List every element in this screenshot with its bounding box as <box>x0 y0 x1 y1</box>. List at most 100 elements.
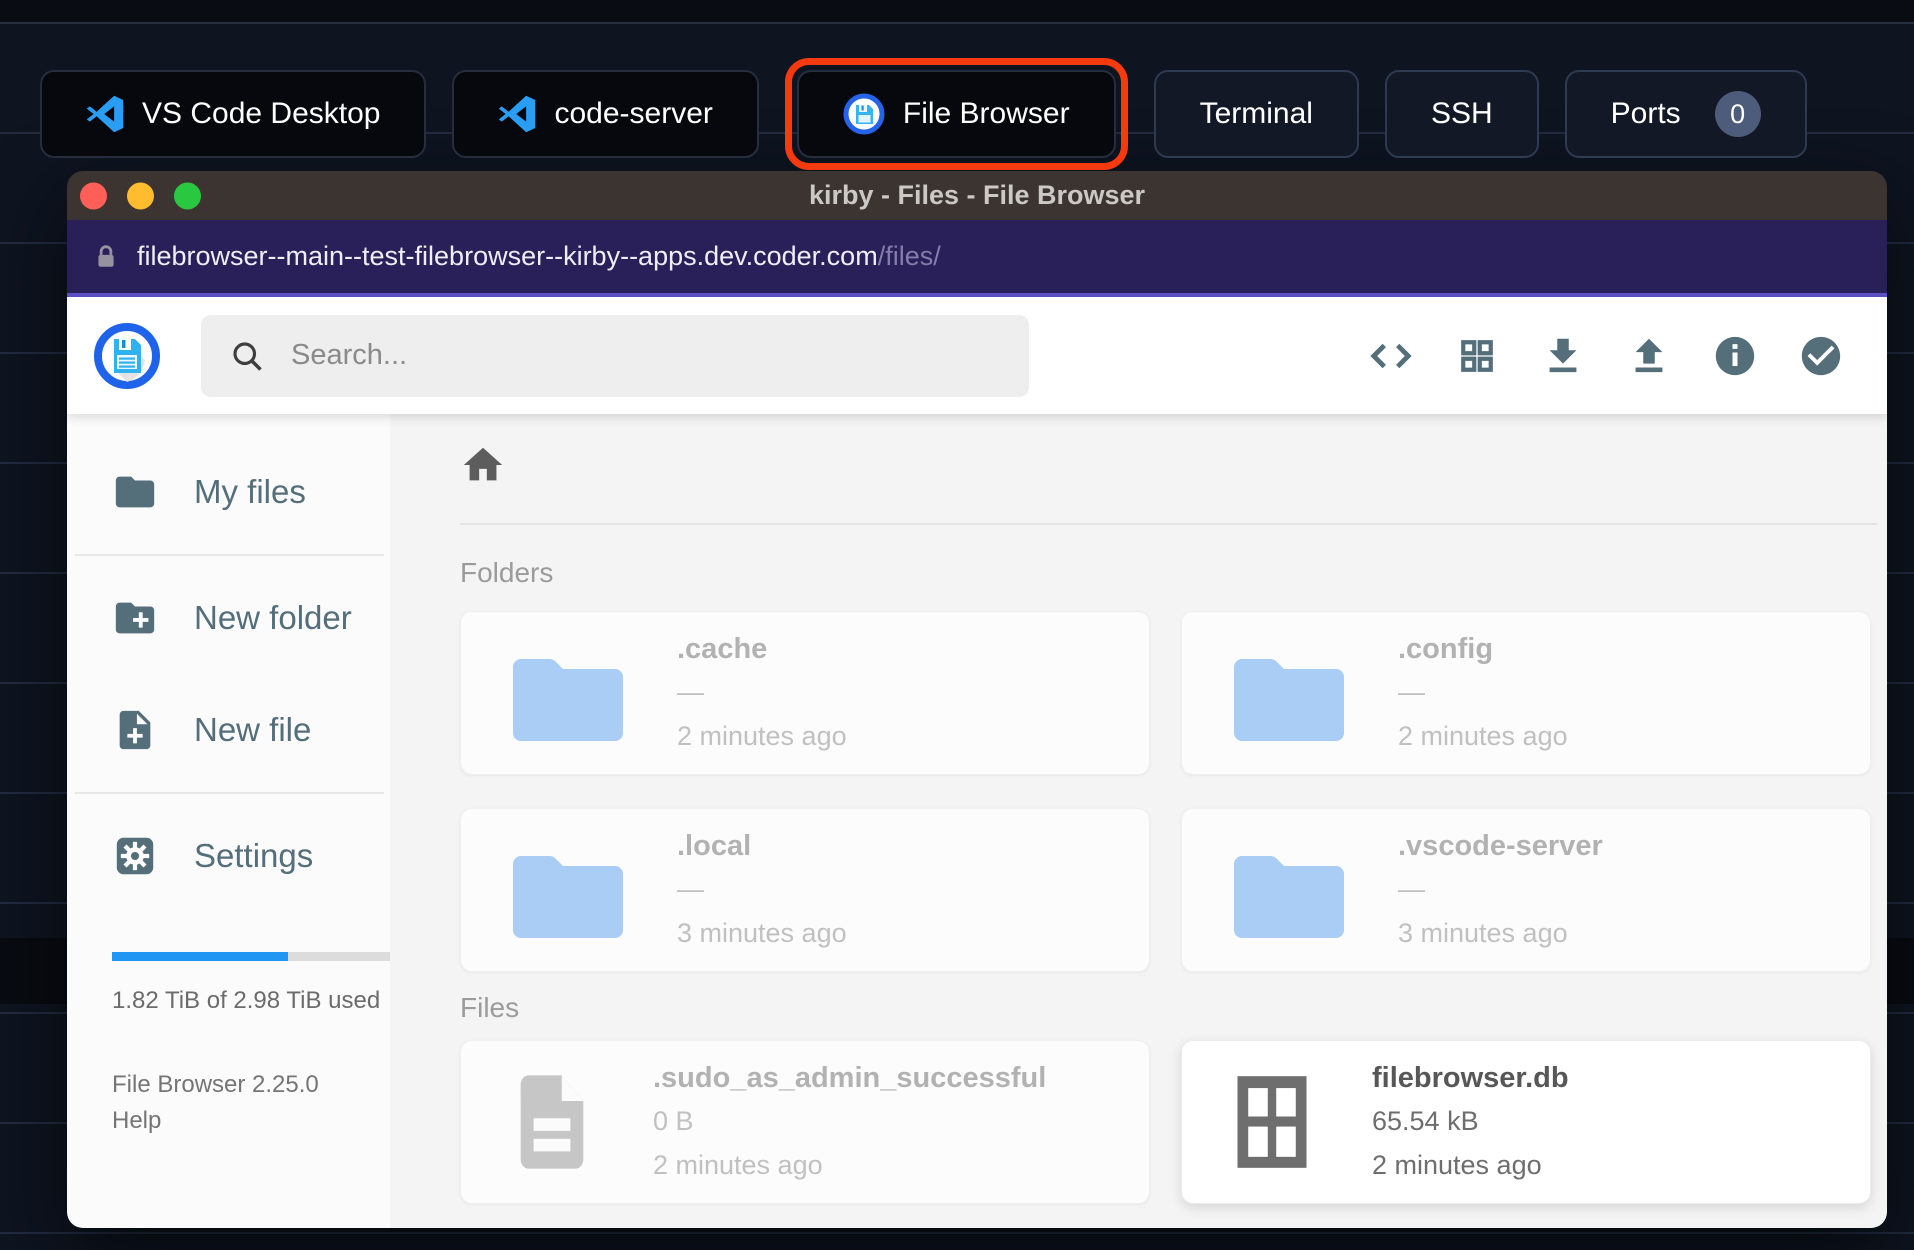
file-card-sudo-as-admin[interactable]: .sudo_as_admin_successful 0 B 2 minutes … <box>460 1040 1150 1204</box>
item-size: — <box>1398 676 1425 707</box>
tab-label: SSH <box>1430 97 1493 130</box>
folder-icon <box>1234 659 1344 741</box>
search-icon <box>233 341 262 371</box>
toolbar-actions <box>1367 332 1845 380</box>
folder-card-local[interactable]: .local — 3 minutes ago <box>460 808 1150 972</box>
folder-icon <box>1234 856 1344 938</box>
item-meta: .sudo_as_admin_successful 0 B 2 minutes … <box>653 1062 1046 1183</box>
item-modified: 3 minutes ago <box>677 917 847 948</box>
tab-ssh[interactable]: SSH <box>1384 70 1539 158</box>
item-modified: 3 minutes ago <box>1398 917 1568 948</box>
code-icon <box>1370 343 1412 368</box>
download-button[interactable] <box>1539 332 1587 380</box>
filebrowser-toolbar <box>67 297 1887 414</box>
sidebar-item-label: New file <box>194 711 312 748</box>
tab-code-server[interactable]: code-server <box>452 70 759 158</box>
browser-window: kirby - Files - File Browser filebrowser… <box>67 171 1887 1228</box>
item-name: .vscode-server <box>1398 829 1603 862</box>
tab-label: code-server <box>554 97 713 130</box>
window-titlebar: kirby - Files - File Browser <box>67 171 1887 220</box>
highlight-ring: File Browser <box>784 58 1128 170</box>
folder-card-vscode-server[interactable]: .vscode-server — 3 minutes ago <box>1181 808 1871 972</box>
item-modified: 2 minutes ago <box>1398 720 1568 751</box>
storage-usage: 1.82 TiB of 2.98 TiB used <box>67 952 400 1015</box>
url-host: filebrowser--main--test-filebrowser--kir… <box>137 241 878 271</box>
files-grid: .sudo_as_admin_successful 0 B 2 minutes … <box>460 1040 1887 1204</box>
item-meta: .local — 3 minutes ago <box>677 830 847 951</box>
tab-label: File Browser <box>902 97 1070 130</box>
vscode-icon <box>86 95 124 133</box>
home-breadcrumb-icon[interactable] <box>460 442 506 488</box>
document-icon <box>520 1075 584 1169</box>
file-card-filebrowser-db[interactable]: filebrowser.db 65.54 kB 2 minutes ago <box>1181 1040 1871 1204</box>
file-listing: Folders .cache — 2 minutes ago .config —… <box>390 414 1887 1228</box>
url-path: /files/ <box>877 241 941 271</box>
item-name: .sudo_as_admin_successful <box>653 1061 1047 1094</box>
settings-gear-icon <box>116 837 154 875</box>
window-title: kirby - Files - File Browser <box>808 180 1146 210</box>
sidebar-item-new-folder[interactable]: New folder <box>67 562 390 674</box>
minimize-window-button[interactable] <box>127 182 154 209</box>
lock-icon <box>98 244 114 267</box>
sidebar-divider <box>75 554 384 556</box>
info-button[interactable] <box>1711 332 1759 380</box>
item-name: .cache <box>677 632 768 665</box>
help-link[interactable]: Help <box>112 1103 390 1139</box>
item-meta: filebrowser.db 65.54 kB 2 minutes ago <box>1372 1062 1569 1183</box>
url-text: filebrowser--main--test-filebrowser--kir… <box>137 241 941 272</box>
storage-usage-text: 1.82 TiB of 2.98 TiB used <box>112 987 381 1014</box>
tab-label: Ports <box>1610 97 1681 130</box>
address-bar[interactable]: filebrowser--main--test-filebrowser--kir… <box>67 220 1887 297</box>
select-button[interactable] <box>1797 332 1845 380</box>
upload-icon <box>1635 338 1663 372</box>
raw-code-button[interactable] <box>1367 332 1415 380</box>
close-window-button[interactable] <box>80 182 107 209</box>
folder-card-config[interactable]: .config — 2 minutes ago <box>1181 611 1871 775</box>
item-name: .local <box>677 829 752 862</box>
item-name: .config <box>1398 632 1494 665</box>
zoom-window-button[interactable] <box>174 182 201 209</box>
app-taskbar: VS Code Desktop code-server File Browser… <box>40 58 1807 170</box>
folders-section-label: Folders <box>460 557 554 588</box>
item-meta: .config — 2 minutes ago <box>1398 633 1568 754</box>
folder-card-cache[interactable]: .cache — 2 minutes ago <box>460 611 1150 775</box>
tab-ports[interactable]: Ports 0 <box>1564 70 1807 158</box>
info-icon <box>1715 336 1755 375</box>
filebrowser-icon <box>843 93 885 135</box>
folders-grid: .cache — 2 minutes ago .config — 2 minut… <box>460 611 1887 972</box>
ports-count-badge: 0 <box>1714 91 1761 137</box>
create-folder-icon <box>115 602 155 634</box>
search-input[interactable] <box>289 338 893 373</box>
switch-view-button[interactable] <box>1453 332 1501 380</box>
sidebar-divider <box>75 792 384 794</box>
check-circle-icon <box>1801 336 1841 375</box>
item-size: 0 B <box>653 1105 694 1136</box>
item-size: — <box>677 676 704 707</box>
sidebar-footer: File Browser 2.25.0 Help <box>67 1067 390 1139</box>
folder-icon <box>513 659 623 741</box>
tab-label: VS Code Desktop <box>142 97 381 130</box>
vscode-icon <box>499 95 536 133</box>
tab-file-browser[interactable]: File Browser <box>796 70 1116 158</box>
sidebar: My files New folder New file Settings 1.… <box>67 414 400 1228</box>
item-modified: 2 minutes ago <box>653 1149 823 1180</box>
sidebar-item-settings[interactable]: Settings <box>67 800 390 912</box>
database-grid-icon <box>1237 1076 1307 1168</box>
search-bar[interactable] <box>201 314 1029 397</box>
sidebar-item-label: Settings <box>194 837 314 874</box>
item-size: — <box>677 873 704 904</box>
tab-label: Terminal <box>1199 97 1313 130</box>
upload-button[interactable] <box>1625 332 1673 380</box>
filebrowser-logo[interactable] <box>93 322 161 390</box>
sidebar-item-my-files[interactable]: My files <box>67 436 390 548</box>
tab-vscode-desktop[interactable]: VS Code Desktop <box>40 70 427 158</box>
item-meta: .vscode-server — 3 minutes ago <box>1398 830 1603 951</box>
sidebar-item-label: New folder <box>194 599 352 636</box>
storage-progress-track <box>112 952 400 961</box>
item-size: 65.54 kB <box>1372 1105 1479 1136</box>
sidebar-item-label: My files <box>194 473 306 510</box>
traffic-lights <box>80 182 201 209</box>
sidebar-item-new-file[interactable]: New file <box>67 674 390 786</box>
item-modified: 2 minutes ago <box>1372 1149 1542 1180</box>
tab-terminal[interactable]: Terminal <box>1153 70 1359 158</box>
